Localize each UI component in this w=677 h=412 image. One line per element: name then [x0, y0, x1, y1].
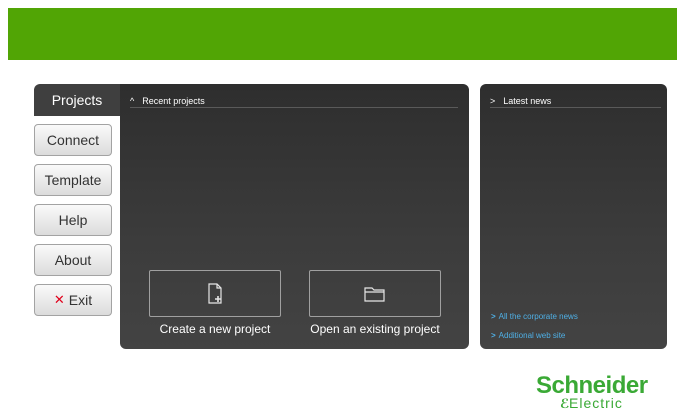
new-file-icon [208, 282, 222, 304]
about-button-label: About [54, 252, 92, 268]
create-project-label[interactable]: Create a new project [135, 322, 295, 336]
tab-projects[interactable]: Projects [34, 84, 120, 116]
recent-projects-divider [130, 107, 458, 108]
tab-projects-label: Projects [51, 92, 103, 108]
collapse-caret-icon: ^ [130, 96, 135, 106]
schneider-electric-logo: Schneider ℰ Electric [536, 372, 666, 412]
recent-projects-title: Recent projects [142, 96, 205, 106]
help-button-label: Help [58, 212, 88, 228]
additional-site-label: Additional web site [498, 331, 566, 340]
recent-projects-panel: ^ Recent projects Create a new project O… [120, 84, 469, 349]
create-project-button[interactable] [149, 270, 281, 317]
connect-button-label: Connect [46, 132, 100, 148]
latest-news-panel: > Latest news > All the corporate news >… [480, 84, 667, 349]
connect-button[interactable]: Connect [34, 124, 112, 156]
recent-projects-header[interactable]: ^ Recent projects [130, 94, 205, 108]
top-banner [8, 8, 677, 60]
close-icon: ✕ [53, 292, 65, 307]
link-chevron-icon: > [491, 312, 496, 321]
latest-news-header[interactable]: > Latest news [490, 94, 551, 108]
open-project-label[interactable]: Open an existing project [295, 322, 455, 336]
about-button[interactable]: About [34, 244, 112, 276]
exit-button[interactable]: ✕ Exit [34, 284, 112, 316]
corporate-news-label: All the corporate news [498, 312, 578, 321]
additional-site-link[interactable]: > Additional web site [491, 331, 565, 340]
exit-button-label: Exit [68, 292, 93, 308]
link-chevron-icon: > [491, 331, 496, 340]
template-button-label: Template [44, 172, 102, 188]
open-project-button[interactable] [309, 270, 441, 317]
help-button[interactable]: Help [34, 204, 112, 236]
template-button[interactable]: Template [34, 164, 112, 196]
latest-news-title: Latest news [503, 96, 552, 106]
latest-news-divider [490, 107, 661, 108]
corporate-news-link[interactable]: > All the corporate news [491, 312, 578, 321]
logo-subtitle: Electric [569, 395, 623, 411]
chevron-right-icon: > [490, 96, 496, 106]
folder-icon [364, 286, 385, 302]
